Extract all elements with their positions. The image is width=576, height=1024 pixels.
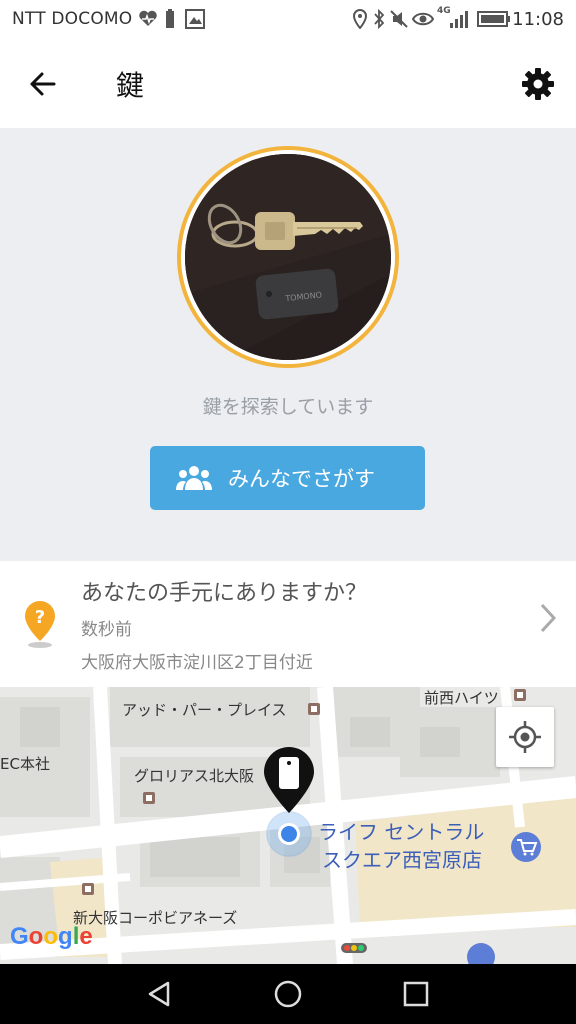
map-label-ec-honsha: EC本社 [0, 755, 50, 773]
nav-recent-button[interactable] [398, 976, 434, 1012]
nav-back-button[interactable] [142, 976, 178, 1012]
status-bar: NTT DOCOMO 4G 11:08 [0, 0, 576, 40]
crosshair-icon [509, 721, 541, 753]
map-label-life-central-1: ライフ セントラル [318, 820, 485, 844]
group-people-icon [176, 466, 212, 490]
map-label-gloria-kita-osaka: グロリアス北大阪 [134, 767, 255, 785]
gear-icon [522, 68, 554, 100]
carrier-name: NTT DOCOMO [12, 9, 133, 29]
photo-icon [185, 9, 205, 29]
search-together-label: みんなでさがす [228, 467, 375, 491]
app-bar: 鍵 [0, 40, 576, 128]
arrow-left-icon [30, 72, 56, 96]
clock: 11:08 [512, 9, 564, 30]
last-seen-address: 大阪府大阪市淀川区2丁目付近 [81, 653, 313, 673]
signal-icon [450, 11, 468, 28]
chevron-right-icon [540, 603, 557, 633]
heart-rate-icon [139, 10, 157, 26]
google-logo: Google [10, 923, 93, 950]
mute-icon [390, 10, 408, 28]
svg-text:?: ? [35, 607, 45, 628]
square-recent-icon [403, 981, 429, 1007]
found-question-text: あなたの手元にありますか？ [81, 581, 368, 606]
bluetooth-icon [374, 9, 385, 29]
item-photo-ring: TOMONO [177, 146, 399, 368]
page-title: 鍵 [116, 69, 145, 102]
back-button[interactable] [20, 62, 68, 106]
map-label-life-central-2: スクエア西宮原店 [322, 848, 482, 872]
map-label-maenishi-heights: 前西ハイツ [424, 689, 499, 707]
search-together-button[interactable]: みんなでさがす [150, 446, 425, 510]
question-pin-icon: ? [25, 601, 55, 648]
item-hero-section: TOMONO 鍵を探索しています みんなでさがす [0, 128, 576, 561]
my-location-button[interactable] [496, 707, 554, 767]
key-photo-image: TOMONO [185, 154, 391, 360]
nav-home-button[interactable] [270, 976, 306, 1012]
circle-home-icon [274, 980, 302, 1008]
settings-button[interactable] [516, 62, 560, 106]
eye-icon [412, 12, 434, 26]
location-icon [352, 9, 368, 29]
battery-small-icon [166, 9, 174, 28]
battery-icon [477, 11, 510, 27]
map-view[interactable]: アッド・パー・プレイス 前西ハイツ EC本社 グロリアス北大阪 ライフ セントラ… [0, 687, 576, 964]
location-info-row[interactable]: ? あなたの手元にありますか？ 数秒前 大阪府大阪市淀川区2丁目付近 [0, 561, 576, 687]
last-seen-time: 数秒前 [81, 620, 132, 640]
searching-status-text: 鍵を探索しています [202, 396, 374, 418]
triangle-back-icon [148, 981, 170, 1007]
item-photo: TOMONO [185, 154, 391, 360]
map-label-add-par-place: アッド・パー・プレイス [122, 701, 287, 719]
system-nav-bar [0, 964, 576, 1024]
map-label-shin-osaka-corp: 新大阪コーポビアネーズ [73, 909, 238, 927]
